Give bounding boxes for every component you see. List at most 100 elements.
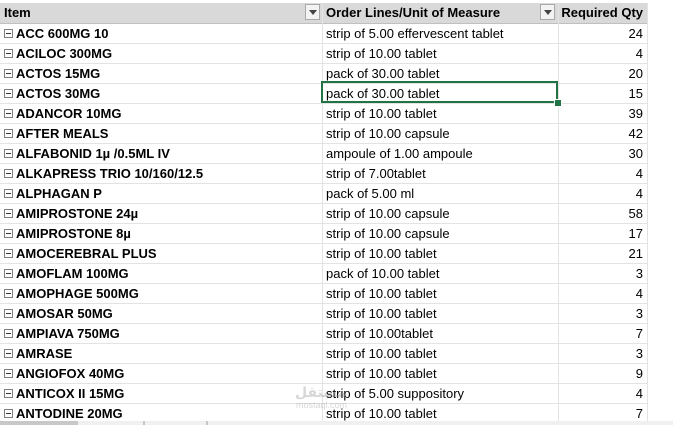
unit-of-measure-cell[interactable]: strip of 10.00 capsule (322, 124, 558, 143)
item-cell[interactable]: AMRASE (0, 344, 322, 363)
unit-of-measure-cell[interactable]: strip of 10.00 tablet (322, 304, 558, 323)
collapse-toggle-icon[interactable] (4, 349, 13, 359)
item-cell[interactable]: ANGIOFOX 40MG (0, 364, 322, 383)
collapse-toggle-icon[interactable] (4, 389, 13, 399)
required-qty-cell[interactable]: 3 (558, 304, 647, 323)
required-qty-cell[interactable]: 42 (558, 124, 647, 143)
item-cell[interactable]: AMPIAVA 750MG (0, 324, 322, 343)
collapse-toggle-icon[interactable] (4, 29, 13, 39)
item-cell[interactable]: ACTOS 30MG (0, 84, 322, 103)
collapse-toggle-icon[interactable] (4, 369, 13, 379)
collapse-toggle-icon[interactable] (4, 129, 13, 139)
header-unit-of-measure[interactable]: Order Lines/Unit of Measure (322, 3, 558, 23)
unit-of-measure-cell[interactable]: strip of 5.00 effervescent tablet (322, 24, 558, 43)
unit-of-measure-cell[interactable]: strip of 7.00tablet (322, 164, 558, 183)
item-cell[interactable]: ADANCOR 10MG (0, 104, 322, 123)
unit-of-measure-cell[interactable]: strip of 10.00 tablet (322, 344, 558, 363)
required-qty-cell[interactable]: 4 (558, 384, 647, 403)
uom-filter-dropdown-icon[interactable] (540, 4, 555, 20)
unit-of-measure-cell[interactable]: pack of 30.00 tablet (322, 84, 558, 103)
unit-of-measure-cell[interactable]: strip of 10.00 tablet (322, 284, 558, 303)
required-qty-cell[interactable]: 7 (558, 324, 647, 343)
collapse-toggle-icon[interactable] (4, 89, 13, 99)
required-qty-cell[interactable]: 21 (558, 244, 647, 263)
required-qty-cell[interactable]: 30 (558, 144, 647, 163)
item-cell[interactable]: AMOSAR 50MG (0, 304, 322, 323)
item-name: AMIPROSTONE 24µ (16, 206, 139, 221)
item-cell[interactable]: AFTER MEALS (0, 124, 322, 143)
collapse-toggle-icon[interactable] (4, 229, 13, 239)
unit-of-measure-cell[interactable]: pack of 10.00 tablet (322, 264, 558, 283)
table-row: AMIPROSTONE 8µ strip of 10.00 capsule 17 (0, 224, 647, 244)
collapse-toggle-icon[interactable] (4, 109, 13, 119)
header-item[interactable]: Item (0, 3, 322, 23)
required-qty-cell[interactable]: 4 (558, 44, 647, 63)
unit-of-measure-cell[interactable]: strip of 10.00 capsule (322, 204, 558, 223)
required-qty-cell[interactable]: 15 (558, 84, 647, 103)
header-required-qty[interactable]: Required Qty (558, 3, 647, 23)
item-name: ACC 600MG 10 (16, 26, 109, 41)
unit-of-measure-cell[interactable]: strip of 10.00 tablet (322, 244, 558, 263)
item-name: ANGIOFOX 40MG (16, 366, 125, 381)
required-qty-cell[interactable]: 4 (558, 284, 647, 303)
item-cell[interactable]: ACC 600MG 10 (0, 24, 322, 43)
collapse-toggle-icon[interactable] (4, 189, 13, 199)
item-cell[interactable]: ALKAPRESS TRIO 10/160/12.5 (0, 164, 322, 183)
required-qty-cell[interactable]: 3 (558, 344, 647, 363)
table-row: AMOCEREBRAL PLUS strip of 10.00 tablet 21 (0, 244, 647, 264)
unit-of-measure-cell[interactable]: strip of 5.00 suppository (322, 384, 558, 403)
item-cell[interactable]: ACILOC 300MG (0, 44, 322, 63)
collapse-toggle-icon[interactable] (4, 149, 13, 159)
required-qty-cell[interactable]: 20 (558, 64, 647, 83)
item-cell[interactable]: AMOFLAM 100MG (0, 264, 322, 283)
unit-of-measure-cell[interactable]: pack of 30.00 tablet (322, 64, 558, 83)
required-qty-cell[interactable]: 3 (558, 264, 647, 283)
table-row: ACTOS 30MG pack of 30.00 tablet 15 (0, 84, 647, 104)
collapse-toggle-icon[interactable] (4, 289, 13, 299)
item-cell[interactable]: AMOPHAGE 500MG (0, 284, 322, 303)
item-name: AMOFLAM 100MG (16, 266, 129, 281)
item-cell[interactable]: AMIPROSTONE 8µ (0, 224, 322, 243)
collapse-toggle-icon[interactable] (4, 209, 13, 219)
required-qty-cell[interactable]: 9 (558, 364, 647, 383)
unit-of-measure-cell[interactable]: strip of 10.00 tablet (322, 364, 558, 383)
item-cell[interactable]: AMOCEREBRAL PLUS (0, 244, 322, 263)
collapse-toggle-icon[interactable] (4, 49, 13, 59)
collapse-toggle-icon[interactable] (4, 169, 13, 179)
unit-of-measure-cell[interactable]: ampoule of 1.00 ampoule (322, 144, 558, 163)
item-filter-dropdown-icon[interactable] (305, 4, 320, 20)
collapse-toggle-icon[interactable] (4, 269, 13, 279)
item-name: AMIPROSTONE 8µ (16, 226, 131, 241)
table-row: ADANCOR 10MG strip of 10.00 tablet 39 (0, 104, 647, 124)
fill-handle[interactable] (554, 99, 562, 107)
collapse-toggle-icon[interactable] (4, 249, 13, 259)
table-row: ACTOS 15MG pack of 30.00 tablet 20 (0, 64, 647, 84)
collapse-toggle-icon[interactable] (4, 409, 13, 419)
item-name: ALFABONID 1µ /0.5ML IV (16, 146, 170, 161)
collapse-toggle-icon[interactable] (4, 329, 13, 339)
unit-of-measure-cell[interactable]: strip of 10.00 capsule (322, 224, 558, 243)
item-cell[interactable]: ACTOS 15MG (0, 64, 322, 83)
unit-of-measure-cell[interactable]: strip of 10.00 tablet (322, 104, 558, 123)
collapse-toggle-icon[interactable] (4, 69, 13, 79)
unit-of-measure-cell[interactable]: pack of 5.00 ml (322, 184, 558, 203)
required-qty-cell[interactable]: 4 (558, 164, 647, 183)
item-name: ALKAPRESS TRIO 10/160/12.5 (16, 166, 204, 181)
horizontal-scrollbar[interactable] (0, 421, 673, 425)
item-cell[interactable]: ALPHAGAN P (0, 184, 322, 203)
required-qty-cell[interactable]: 39 (558, 104, 647, 123)
column-divider (647, 3, 648, 425)
required-qty-cell[interactable]: 58 (558, 204, 647, 223)
item-name: ACTOS 30MG (16, 86, 101, 101)
item-cell[interactable]: ALFABONID 1µ /0.5ML IV (0, 144, 322, 163)
collapse-toggle-icon[interactable] (4, 309, 13, 319)
item-cell[interactable]: ANTICOX II 15MG (0, 384, 322, 403)
table-row: AMRASE strip of 10.00 tablet 3 (0, 344, 647, 364)
required-qty-cell[interactable]: 4 (558, 184, 647, 203)
required-qty-cell[interactable]: 24 (558, 24, 647, 43)
required-qty-cell[interactable]: 17 (558, 224, 647, 243)
unit-of-measure-cell[interactable]: strip of 10.00tablet (322, 324, 558, 343)
unit-of-measure-cell[interactable]: strip of 10.00 tablet (322, 44, 558, 63)
item-cell[interactable]: AMIPROSTONE 24µ (0, 204, 322, 223)
table-row: AMOPHAGE 500MG strip of 10.00 tablet 4 (0, 284, 647, 304)
